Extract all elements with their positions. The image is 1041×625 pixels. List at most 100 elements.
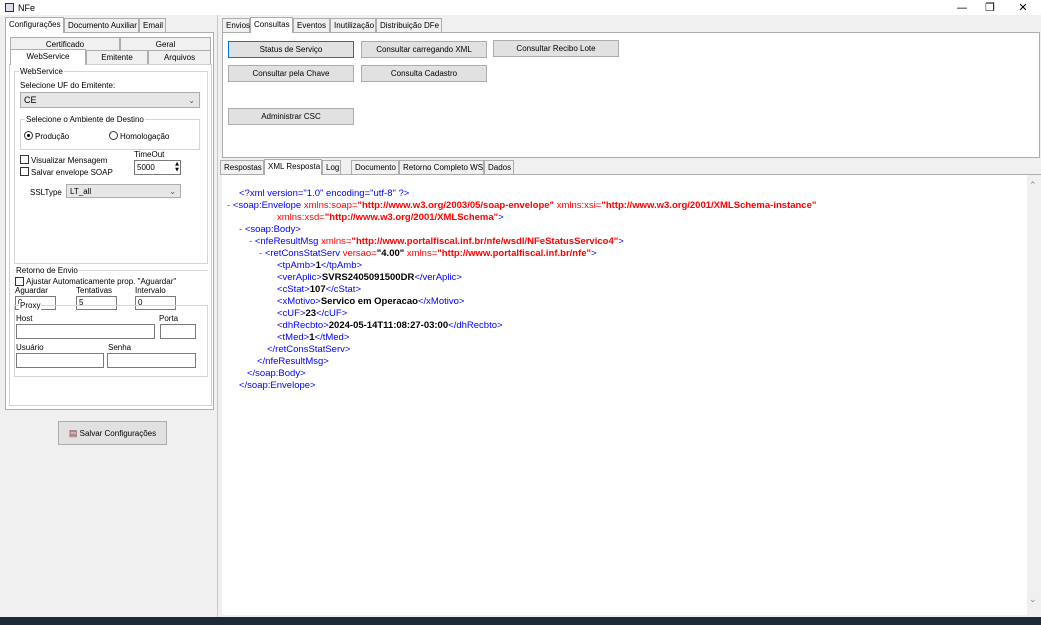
host-input[interactable] xyxy=(16,324,155,339)
xml-value: 107 xyxy=(309,284,326,295)
uf-value: CE xyxy=(24,95,37,105)
chevron-down-icon: ⌄ xyxy=(169,187,176,196)
tab-documento[interactable]: Documento xyxy=(351,160,399,174)
tab-emitente[interactable]: Emitente xyxy=(86,50,148,64)
xml-field-dhRecbto: <dhRecbto>2024-05-14T11:08:27-03:00</dhR… xyxy=(277,320,503,332)
consultas-panel: Status de Serviço Consultar carregando X… xyxy=(222,32,1040,158)
collapse-toggle[interactable]: - xyxy=(239,224,242,235)
visualizar-checkbox[interactable] xyxy=(20,155,29,164)
ssltype-value: LT_all xyxy=(70,187,92,196)
scroll-down-icon[interactable]: ⌄ xyxy=(1029,595,1037,605)
collapse-toggle[interactable]: - xyxy=(249,236,252,247)
tab-retorno-completo-ws[interactable]: Retorno Completo WS xyxy=(399,160,484,174)
xml-field-cUF: <cUF>23</cUF> xyxy=(277,308,347,320)
scroll-up-icon[interactable]: ⌃ xyxy=(1029,181,1037,191)
xml-value: 2024-05-14T11:08:27-03:00 xyxy=(328,320,449,331)
xml-attr-name: xmlns= xyxy=(318,236,352,247)
xml-tag: <dhRecbto> xyxy=(277,320,329,331)
xml-tag: <soap:Envelope xyxy=(232,200,302,211)
xml-tag: > xyxy=(618,236,624,247)
ambiente-group-label: Selecione o Ambiente de Destino xyxy=(25,115,145,124)
tab-email[interactable]: Email xyxy=(139,18,166,32)
tab-distribuicao-dfe[interactable]: Distribuição DFe xyxy=(376,18,442,32)
xml-tag: > xyxy=(591,248,597,259)
collapse-toggle[interactable]: - xyxy=(259,248,262,259)
producao-radio[interactable] xyxy=(24,131,33,140)
title-bar: NFe — ❐ ✕ xyxy=(0,0,1041,15)
senha-input[interactable] xyxy=(107,353,196,368)
timeout-label: TimeOut xyxy=(134,150,165,159)
xml-attr-name: xmlns= xyxy=(404,248,438,259)
app-icon xyxy=(5,3,14,12)
xml-tag: <cStat> xyxy=(277,284,310,295)
ajustar-label: Ajustar Automaticamente prop. "Aguardar" xyxy=(26,277,177,286)
consulta-cadastro-button[interactable]: Consulta Cadastro xyxy=(361,65,487,82)
tab-configuracoes[interactable]: Configurações xyxy=(5,17,64,33)
salvar-soap-label: Salvar envelope SOAP xyxy=(31,168,113,177)
producao-label: Produção xyxy=(35,132,70,141)
xml-response-view[interactable]: <?xml version="1.0" encoding="utf-8" ?> … xyxy=(222,175,1027,615)
tab-geral[interactable]: Geral xyxy=(120,37,211,51)
salvar-configuracoes-button[interactable]: ▤ Salvar Configurações xyxy=(58,421,167,445)
tab-xml-resposta[interactable]: XML Resposta xyxy=(264,159,322,175)
homologacao-radio[interactable] xyxy=(109,131,118,140)
uf-label: Selecione UF do Emitente: xyxy=(20,81,116,90)
ssltype-select[interactable]: LT_all ⌄ xyxy=(66,184,181,198)
xml-tag: > xyxy=(498,212,504,223)
xml-tag: <xMotivo> xyxy=(277,296,321,307)
consultar-xml-button[interactable]: Consultar carregando XML xyxy=(361,41,487,58)
xml-tag: <nfeResultMsg xyxy=(254,236,319,247)
ssltype-label: SSLType xyxy=(30,188,62,197)
restore-button[interactable]: ❐ xyxy=(975,0,1005,15)
tab-inutilizacao[interactable]: Inutilização xyxy=(330,18,376,32)
tab-envios[interactable]: Envios xyxy=(222,18,250,32)
xml-tag: </cUF> xyxy=(316,308,348,319)
tab-consultas[interactable]: Consultas xyxy=(250,17,293,33)
uf-select[interactable]: CE ⌄ xyxy=(20,92,200,108)
vertical-scrollbar[interactable]: ⌃ ⌄ xyxy=(1027,175,1041,615)
xml-value: SVRS2405091500DR xyxy=(321,272,415,283)
porta-input[interactable] xyxy=(160,324,196,339)
usuario-input[interactable] xyxy=(16,353,104,368)
close-button[interactable]: ✕ xyxy=(1008,0,1038,15)
xml-body-close: </soap:Body> xyxy=(247,368,306,379)
senha-label: Senha xyxy=(108,343,132,352)
timeout-value: 5000 xyxy=(137,163,155,172)
aguardar-label: Aguardar xyxy=(15,286,48,295)
retorno-group-label: Retorno de Envio xyxy=(15,266,79,275)
xml-field-verAplic: <verAplic>SVRS2405091500DR</verAplic> xyxy=(277,272,462,284)
administrar-csc-button[interactable]: Administrar CSC xyxy=(228,108,354,125)
xml-attr-name: xmlns:soap= xyxy=(301,200,358,211)
consultar-chave-button[interactable]: Consultar pela Chave xyxy=(228,65,354,82)
proxy-group-label: Proxy xyxy=(19,301,42,310)
ajustar-checkbox[interactable] xyxy=(15,277,24,286)
tab-arquivos[interactable]: Arquivos xyxy=(148,50,211,64)
minimize-button[interactable]: — xyxy=(947,0,977,15)
usuario-label: Usuário xyxy=(16,343,44,352)
xml-envelope-line-2: xmlns:xsd="http://www.w3.org/2001/XMLSch… xyxy=(277,212,504,224)
tab-eventos[interactable]: Eventos xyxy=(293,18,330,32)
xml-attr-name: xmlns:xsi= xyxy=(554,200,602,211)
tab-log[interactable]: Log xyxy=(322,160,341,174)
tab-webservice[interactable]: WebService xyxy=(10,49,86,65)
timeout-stepper[interactable]: 5000 ▲ ▼ xyxy=(134,160,181,175)
xml-tag: </verAplic> xyxy=(414,272,462,283)
host-label: Host xyxy=(16,314,33,323)
tab-dados[interactable]: Dados xyxy=(484,160,514,174)
tab-documento-auxiliar[interactable]: Documento Auxiliar xyxy=(64,18,139,32)
tab-respostas[interactable]: Respostas xyxy=(220,160,264,174)
salvar-configuracoes-label: Salvar Configurações xyxy=(79,429,157,438)
xml-retcons-line: - <retConsStatServ versao="4.00" xmlns="… xyxy=(259,248,597,260)
status-servico-button[interactable]: Status de Serviço xyxy=(228,41,354,58)
xml-tag: <soap:Body> xyxy=(244,224,301,235)
xml-nferesult-close: </nfeResultMsg> xyxy=(257,356,329,367)
salvar-soap-checkbox[interactable] xyxy=(20,167,29,176)
tentativas-label: Tentativas xyxy=(76,286,113,295)
consultar-recibo-button[interactable]: Consultar Recibo Lote xyxy=(493,40,619,57)
collapse-toggle[interactable]: - xyxy=(227,200,230,211)
xml-value: 23 xyxy=(305,308,317,319)
configuracoes-panel: Certificado Geral WebService Emitente Ar… xyxy=(5,32,214,410)
xml-attr-value: "http://www.w3.org/2003/05/soap-envelope… xyxy=(357,200,555,211)
xml-field-tMed: <tMed>1</tMed> xyxy=(277,332,349,344)
stepper-arrows-icon[interactable]: ▲ ▼ xyxy=(175,161,179,173)
